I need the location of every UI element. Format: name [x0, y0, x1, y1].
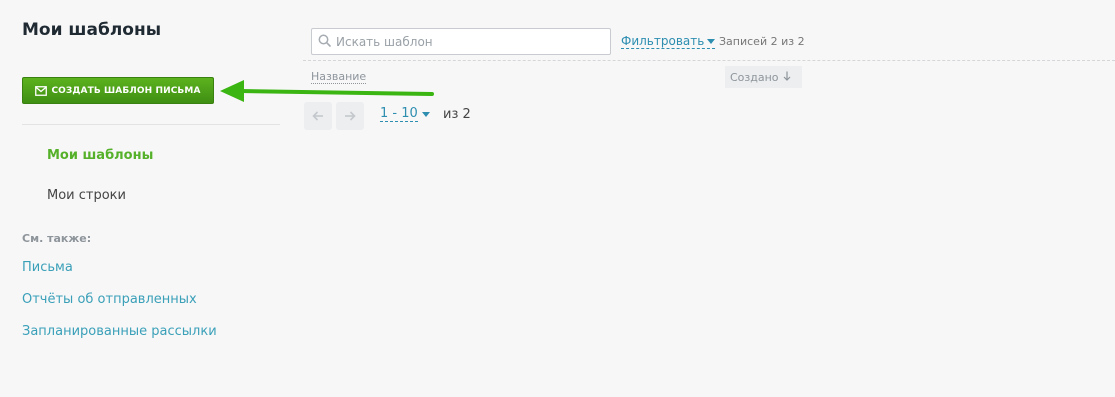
caret-down-icon [421, 111, 430, 117]
column-header-created-label: Создано [730, 70, 779, 84]
link-letters[interactable]: Письма [22, 260, 73, 275]
search-input[interactable] [336, 34, 596, 49]
link-sent-reports[interactable]: Отчёты об отправленных [22, 292, 197, 307]
sidebar-item-my-strings[interactable]: Мои строки [47, 188, 126, 203]
link-scheduled-mailings[interactable]: Запланированные рассылки [22, 324, 217, 339]
next-page-button[interactable] [336, 102, 364, 130]
page-total: из 2 [443, 107, 471, 122]
page-title: Мои шаблоны [22, 20, 162, 40]
header-divider [303, 60, 1115, 61]
sidebar-divider [22, 124, 280, 125]
search-box [311, 28, 611, 55]
create-template-label: СОЗДАТЬ ШАБЛОН ПИСЬМА [51, 85, 201, 96]
prev-page-button[interactable] [304, 102, 332, 130]
column-header-name[interactable]: Название [311, 70, 367, 84]
create-template-button[interactable]: СОЗДАТЬ ШАБЛОН ПИСЬМА [22, 77, 214, 104]
filter-dropdown[interactable]: Фильтровать [621, 34, 716, 49]
arrow-right-icon [344, 107, 356, 126]
records-count: Записей 2 из 2 [719, 35, 805, 48]
search-icon [318, 32, 331, 51]
filter-label: Фильтровать [621, 34, 705, 48]
arrow-left-icon [312, 107, 324, 126]
sort-down-icon [783, 71, 791, 84]
page-range-label: 1 - 10 [380, 106, 418, 122]
see-also-label: См. также: [22, 232, 92, 245]
envelope-icon [35, 85, 48, 96]
page-range-dropdown[interactable]: 1 - 10 [380, 106, 430, 122]
caret-down-icon [707, 39, 716, 44]
sidebar-item-my-templates[interactable]: Мои шаблоны [47, 148, 153, 163]
column-header-created[interactable]: Создано [725, 66, 802, 88]
